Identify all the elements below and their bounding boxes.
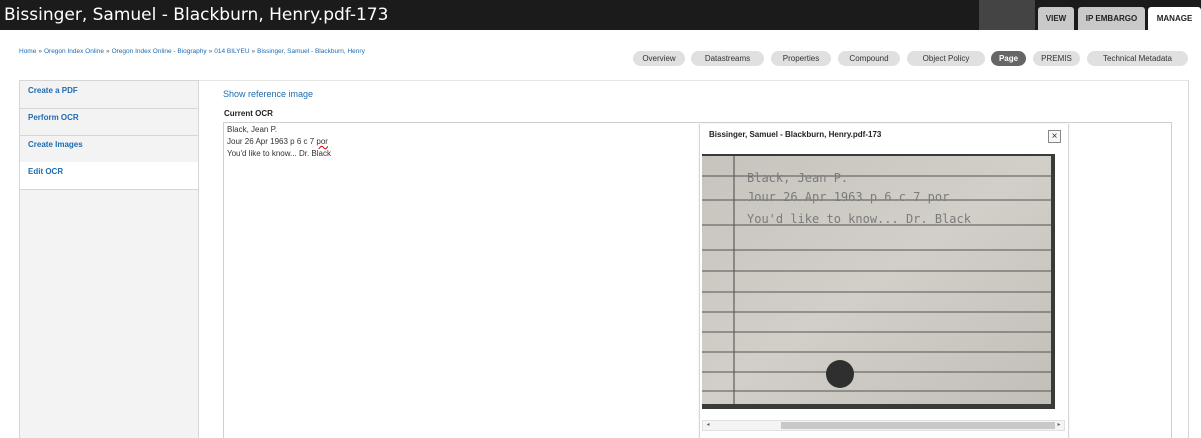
- card-text-line: Black, Jean P.: [747, 171, 848, 185]
- ocr-line: Black, Jean P.: [227, 125, 278, 134]
- card-punch-hole: [826, 360, 854, 388]
- tab-datastreams[interactable]: Datastreams: [691, 51, 764, 66]
- sidebar-item-create-pdf[interactable]: Create a PDF: [20, 81, 198, 109]
- sidebar-item-create-images[interactable]: Create Images: [20, 135, 198, 163]
- top-bar: Bissinger, Samuel - Blackburn, Henry.pdf…: [0, 0, 1201, 30]
- dialog-title: Bissinger, Samuel - Blackburn, Henry.pdf…: [709, 130, 882, 139]
- sidebar-item-perform-ocr[interactable]: Perform OCR: [20, 108, 198, 136]
- breadcrumb-home[interactable]: Home: [19, 48, 36, 55]
- breadcrumb-biography[interactable]: Oregon Index Online - Biography: [112, 48, 207, 55]
- breadcrumb-separator: »: [251, 48, 256, 55]
- sidebar-item-edit-ocr[interactable]: Edit OCR: [20, 162, 198, 190]
- ocr-line: You'd like to know... Dr. Black: [227, 149, 331, 158]
- tab-premis[interactable]: PREMIS: [1033, 51, 1080, 66]
- close-icon[interactable]: ×: [1048, 130, 1061, 143]
- breadcrumb-separator: »: [105, 48, 110, 55]
- current-ocr-label: Current OCR: [224, 109, 273, 118]
- page-title: Bissinger, Samuel - Blackburn, Henry.pdf…: [4, 5, 389, 25]
- reference-image: Black, Jean P. Jour 26 Apr 1963 p 6 c 7 …: [702, 154, 1055, 409]
- show-reference-image-link[interactable]: Show reference image: [223, 89, 313, 99]
- card-text-line: You'd like to know... Dr. Black: [747, 212, 972, 226]
- tab-ip-embargo[interactable]: IP EMBARGO: [1078, 7, 1145, 30]
- ocr-line-text: Jour 26 Apr 1963 p 6 c 7: [227, 137, 317, 146]
- breadcrumb-oregon-index-online[interactable]: Oregon Index Online: [44, 48, 104, 55]
- tab-compound[interactable]: Compound: [838, 51, 900, 66]
- horizontal-scrollbar[interactable]: ◂ ▸: [702, 420, 1065, 431]
- scroll-left-arrow-icon[interactable]: ◂: [703, 421, 713, 430]
- scroll-thumb[interactable]: [781, 422, 1055, 429]
- ocr-line: Jour 26 Apr 1963 p 6 c 7 por: [227, 137, 328, 147]
- sidebar: Create a PDF Perform OCR Create Images E…: [19, 80, 199, 438]
- tab-overview[interactable]: Overview: [633, 51, 685, 66]
- breadcrumb-bilyeu[interactable]: 014 BILYEU: [214, 48, 249, 55]
- breadcrumb-separator: »: [38, 48, 42, 55]
- breadcrumb: Home» Oregon Index Online» Oregon Index On…: [19, 48, 365, 55]
- tab-manage[interactable]: MANAGE: [1148, 7, 1201, 30]
- ocr-flagged-word: por: [316, 137, 328, 146]
- tab-object-policy[interactable]: Object Policy: [907, 51, 985, 66]
- tab-properties[interactable]: Properties: [771, 51, 831, 66]
- topbar-spacer: [979, 0, 1035, 30]
- card-text-line: Jour 26 Apr 1963 p 6 c 7 por: [747, 190, 949, 204]
- tab-technical-metadata[interactable]: Technical Metadata: [1087, 51, 1188, 66]
- breadcrumb-object[interactable]: Bissinger, Samuel - Blackburn, Henry: [257, 48, 365, 55]
- tab-view[interactable]: VIEW: [1038, 7, 1074, 30]
- tab-page[interactable]: Page: [991, 51, 1026, 66]
- scroll-right-arrow-icon[interactable]: ▸: [1054, 421, 1064, 430]
- breadcrumb-separator: »: [208, 48, 213, 55]
